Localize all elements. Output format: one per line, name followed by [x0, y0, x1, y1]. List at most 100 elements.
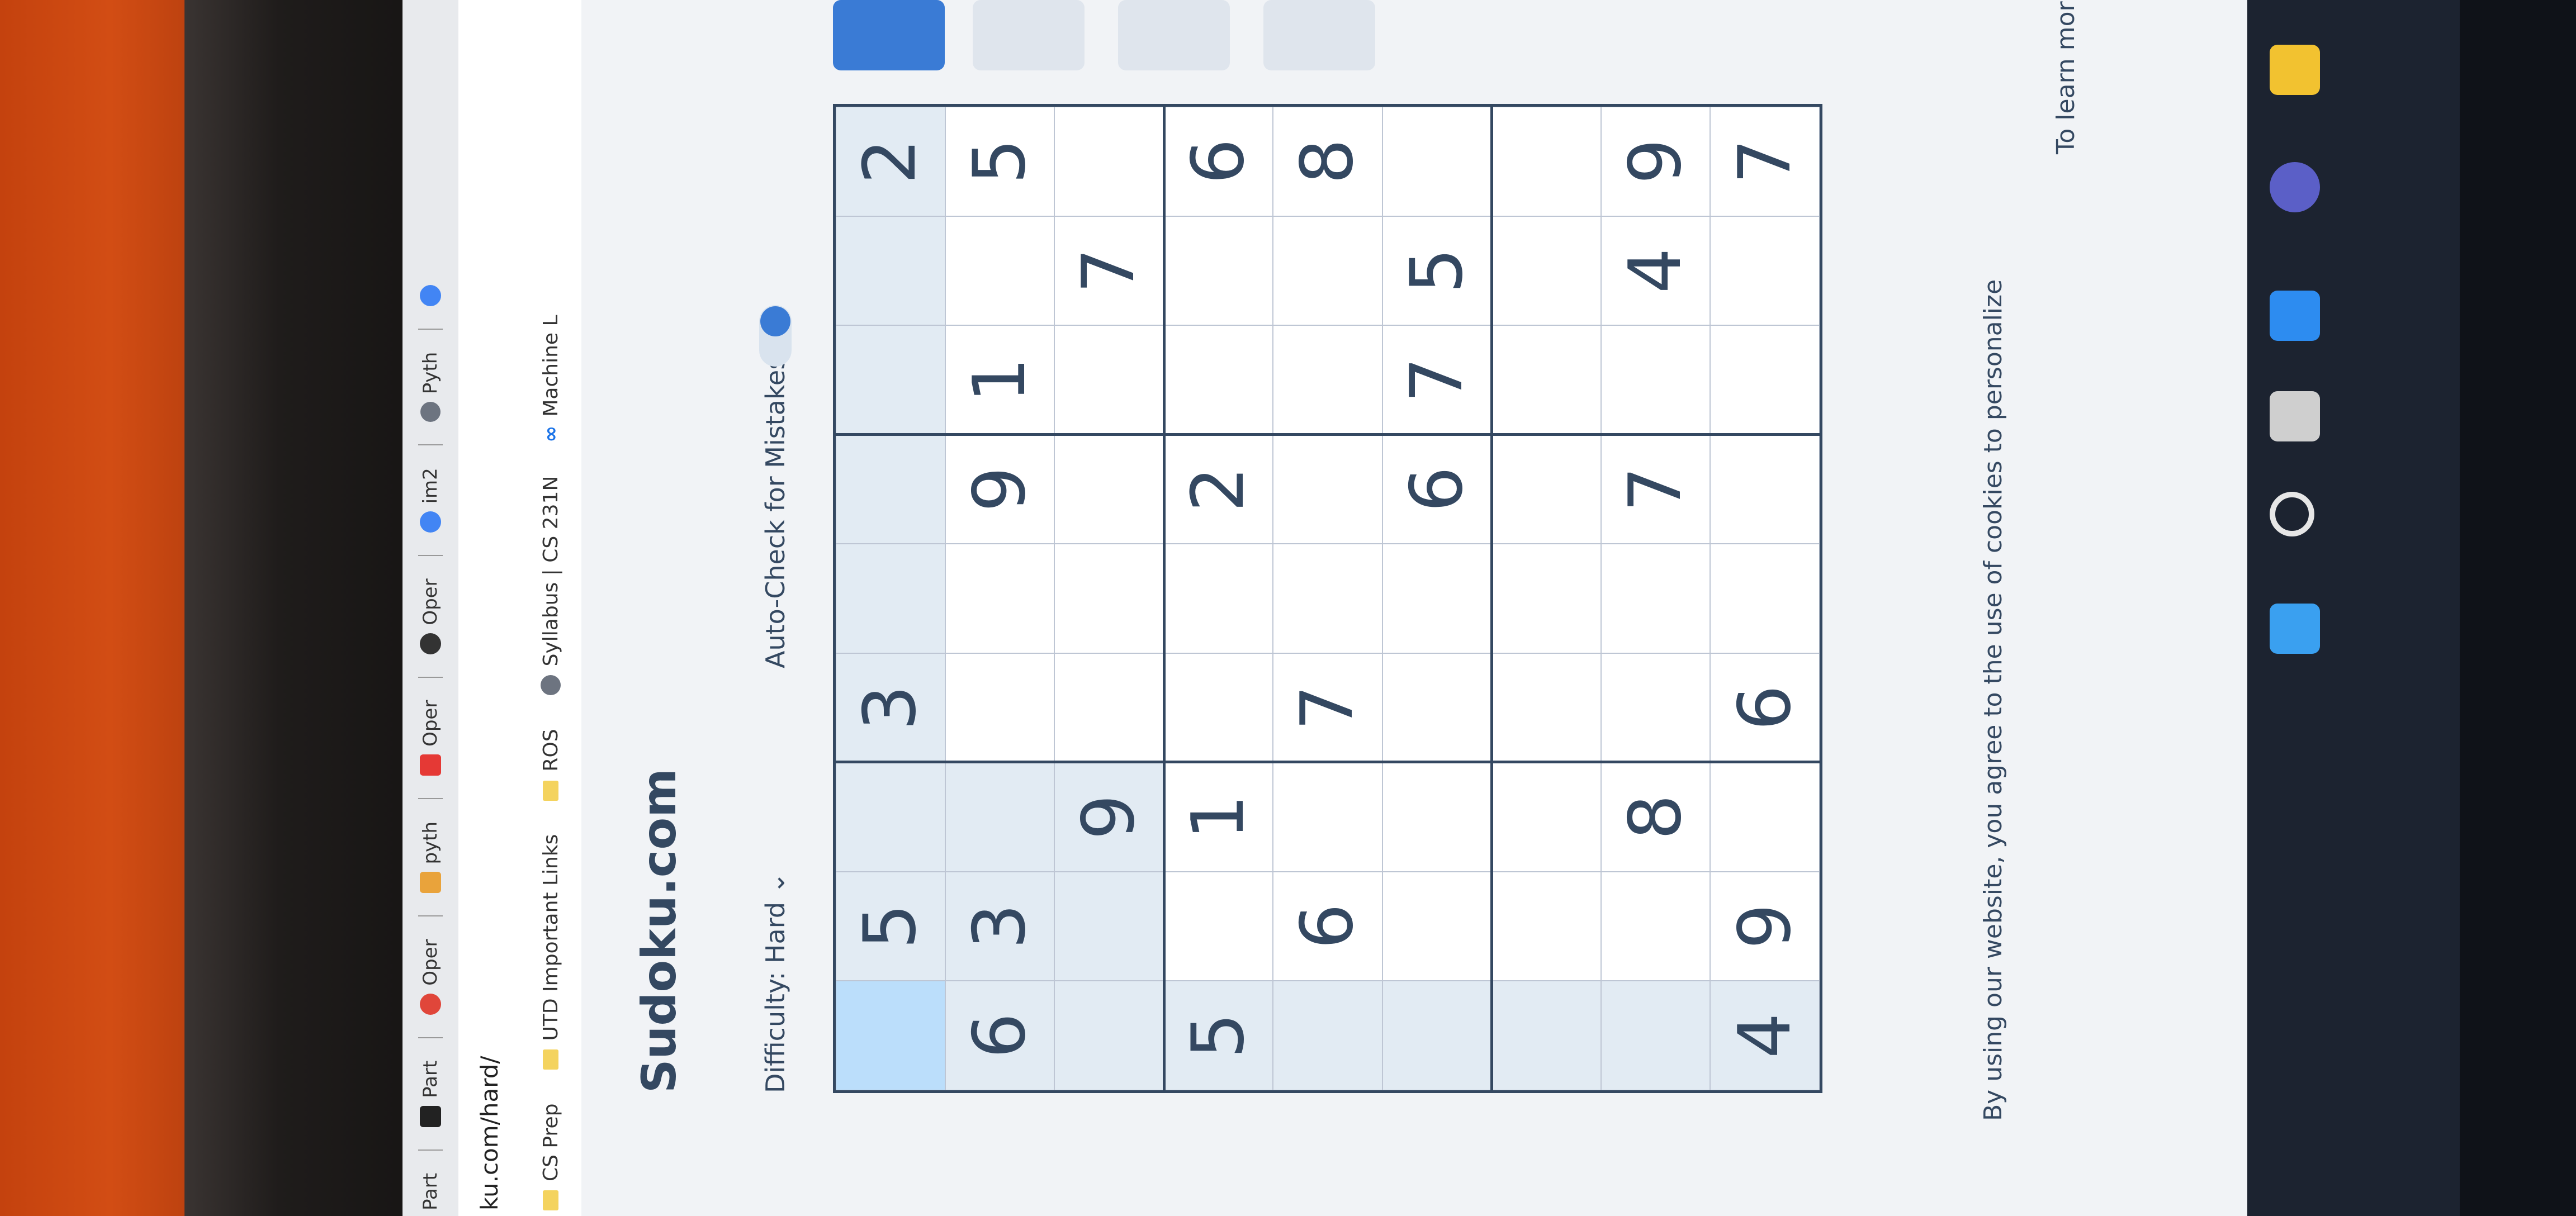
sudoku-cell[interactable] — [1163, 871, 1273, 981]
sudoku-cell[interactable]: 9 — [1710, 871, 1820, 981]
sudoku-cell[interactable]: 6 — [1710, 653, 1820, 763]
sudoku-cell[interactable]: 8 — [1273, 107, 1382, 216]
sudoku-cell[interactable] — [1382, 544, 1492, 653]
sudoku-cell[interactable] — [836, 762, 945, 872]
sudoku-cell[interactable]: 2 — [836, 107, 945, 216]
sudoku-cell[interactable] — [1273, 216, 1382, 326]
sudoku-cell[interactable] — [836, 981, 945, 1090]
sudoku-cell[interactable]: 1 — [1163, 762, 1273, 872]
sudoku-cell[interactable] — [1491, 216, 1601, 326]
cookie-learn-more[interactable]: To learn mor — [2052, 1, 2080, 154]
sudoku-cell[interactable]: 4 — [1600, 216, 1711, 326]
sudoku-cell[interactable]: 6 — [945, 981, 1055, 1090]
sudoku-cell[interactable] — [836, 216, 945, 326]
sudoku-cell[interactable] — [945, 762, 1055, 872]
sudoku-cell[interactable]: 3 — [945, 871, 1055, 981]
bookmark[interactable]: CS Prep — [539, 1103, 562, 1210]
sudoku-cell[interactable] — [1273, 434, 1382, 544]
sudoku-cell[interactable] — [1491, 653, 1601, 763]
sudoku-cell[interactable] — [1710, 216, 1820, 326]
teams-icon[interactable] — [2270, 162, 2320, 212]
sudoku-cell[interactable] — [1273, 981, 1382, 1090]
sudoku-cell[interactable] — [1382, 981, 1492, 1090]
sudoku-cell[interactable]: 5 — [1382, 216, 1492, 326]
sudoku-cell[interactable] — [1163, 216, 1273, 326]
bookmark[interactable]: UTD Important Links — [539, 834, 562, 1070]
sudoku-cell[interactable] — [1054, 325, 1164, 435]
sudoku-cell[interactable] — [1382, 871, 1492, 981]
notes-button[interactable] — [1263, 0, 1375, 70]
sudoku-cell[interactable]: 5 — [1163, 981, 1273, 1090]
sudoku-cell[interactable]: 1 — [945, 325, 1055, 435]
erase-button[interactable] — [1118, 0, 1230, 70]
sudoku-cell[interactable]: 7 — [1382, 325, 1492, 435]
sudoku-cell[interactable] — [1710, 325, 1820, 435]
sudoku-cell[interactable] — [1273, 762, 1382, 872]
browser-tab[interactable] — [420, 284, 441, 306]
sudoku-cell[interactable] — [1163, 325, 1273, 435]
sudoku-cell[interactable] — [836, 325, 945, 435]
sudoku-cell[interactable] — [1600, 653, 1711, 763]
sudoku-cell[interactable]: 6 — [1382, 434, 1492, 544]
browser-tab[interactable]: Oper — [419, 700, 442, 776]
sudoku-cell[interactable] — [1600, 871, 1711, 981]
sudoku-cell[interactable] — [1273, 325, 1382, 435]
sudoku-cell[interactable]: 3 — [836, 653, 945, 763]
sudoku-cell[interactable] — [1491, 434, 1601, 544]
sudoku-cell[interactable] — [836, 544, 945, 653]
sudoku-cell[interactable] — [1382, 653, 1492, 763]
sudoku-cell[interactable] — [1054, 434, 1164, 544]
site-logo[interactable]: Sudoku.com — [632, 768, 686, 1093]
sudoku-cell[interactable]: 2 — [1163, 434, 1273, 544]
browser-tab[interactable]: Part — [419, 1173, 442, 1210]
sudoku-cell[interactable] — [1491, 762, 1601, 872]
sudoku-cell[interactable] — [945, 653, 1055, 763]
sudoku-cell[interactable]: 9 — [1600, 107, 1711, 216]
sudoku-cell[interactable]: 8 — [1600, 762, 1711, 872]
browser-tab[interactable]: pyth — [419, 821, 442, 894]
sudoku-cell[interactable] — [1054, 107, 1164, 216]
sudoku-cell[interactable] — [1163, 544, 1273, 653]
difficulty-selector[interactable]: Difficulty: Hard ⌄ — [760, 872, 790, 1093]
address-bar[interactable]: ku.com/hard/ — [458, 0, 520, 1216]
sudoku-cell[interactable] — [1054, 981, 1164, 1090]
sudoku-cell[interactable] — [1382, 107, 1492, 216]
sudoku-cell[interactable]: 6 — [1273, 871, 1382, 981]
browser-tab[interactable]: im2 — [419, 468, 442, 533]
sudoku-cell[interactable] — [1710, 544, 1820, 653]
bookmark[interactable]: ROS — [539, 729, 562, 801]
windows-start-icon[interactable] — [2270, 604, 2320, 654]
sudoku-cell[interactable] — [1600, 325, 1711, 435]
sudoku-cell[interactable]: 4 — [1710, 981, 1820, 1090]
widgets-icon[interactable] — [2270, 291, 2320, 341]
bookmark[interactable]: Syllabus | CS 231N — [539, 476, 562, 696]
sudoku-cell[interactable] — [1163, 653, 1273, 763]
sudoku-cell[interactable] — [1710, 762, 1820, 872]
browser-tab[interactable]: Pyth — [419, 352, 442, 422]
file-explorer-icon[interactable] — [2270, 45, 2320, 95]
sudoku-cell[interactable] — [1491, 544, 1601, 653]
sudoku-cell[interactable]: 7 — [1273, 653, 1382, 763]
browser-tab[interactable]: Oper — [419, 939, 442, 1015]
sudoku-cell[interactable] — [1273, 544, 1382, 653]
search-icon[interactable] — [2270, 492, 2314, 536]
sudoku-cell[interactable] — [1600, 981, 1711, 1090]
sudoku-cell[interactable] — [1054, 653, 1164, 763]
sudoku-cell[interactable]: 5 — [836, 871, 945, 981]
sudoku-cell[interactable]: 7 — [1054, 216, 1164, 326]
sudoku-cell[interactable]: 5 — [945, 107, 1055, 216]
new-game-button[interactable] — [833, 0, 945, 70]
sudoku-cell[interactable] — [1491, 107, 1601, 216]
sudoku-cell[interactable] — [836, 434, 945, 544]
task-view-icon[interactable] — [2270, 391, 2320, 441]
sudoku-cell[interactable] — [1382, 762, 1492, 872]
sudoku-cell[interactable]: 9 — [1054, 762, 1164, 872]
browser-tab[interactable]: Oper — [419, 578, 442, 654]
sudoku-cell[interactable]: 6 — [1163, 107, 1273, 216]
sudoku-cell[interactable]: 7 — [1600, 434, 1711, 544]
bookmark[interactable]: ∞ Machine L — [539, 315, 562, 442]
sudoku-cell[interactable] — [1054, 544, 1164, 653]
sudoku-cell[interactable]: 9 — [945, 434, 1055, 544]
sudoku-cell[interactable] — [1491, 871, 1601, 981]
browser-tab[interactable]: Part — [419, 1061, 442, 1127]
